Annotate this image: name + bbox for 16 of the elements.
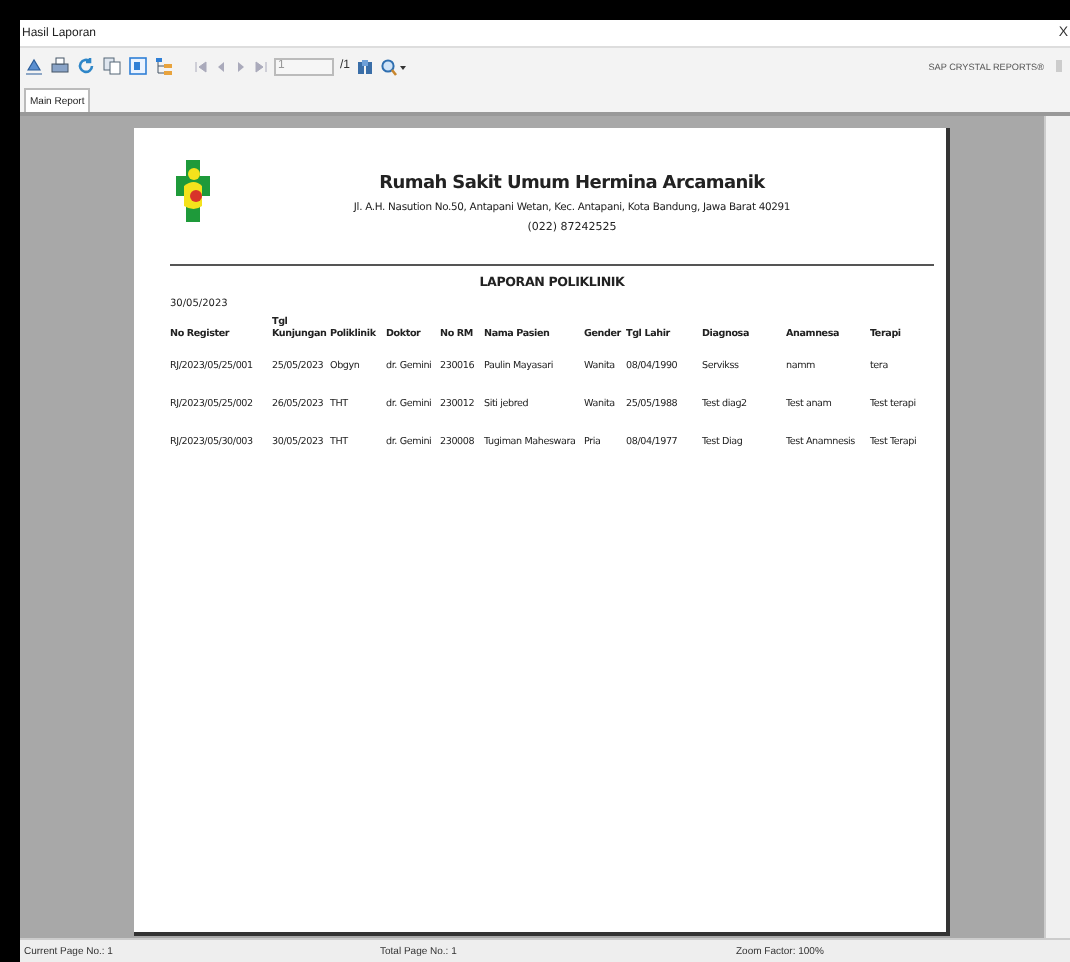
panel-icon[interactable]: [128, 56, 148, 76]
last-page-icon[interactable]: [254, 59, 268, 73]
binoculars-icon[interactable]: [356, 57, 375, 75]
first-page-icon[interactable]: [194, 59, 208, 73]
print-icon[interactable]: [50, 56, 70, 76]
grip-icon: [1056, 60, 1062, 72]
next-page-icon[interactable]: [234, 59, 248, 73]
zoom-icon[interactable]: [380, 57, 407, 75]
hospital-name: Rumah Sakit Umum Hermina Arcamanik: [379, 174, 765, 194]
previous-page-icon[interactable]: [214, 59, 228, 73]
export-icon[interactable]: [24, 56, 44, 76]
refresh-icon[interactable]: [76, 56, 96, 76]
tree-icon[interactable]: [154, 56, 174, 76]
vertical-scrollbar[interactable]: [1044, 116, 1070, 938]
copy-icon[interactable]: [102, 56, 122, 76]
hospital-logo: [176, 160, 210, 222]
